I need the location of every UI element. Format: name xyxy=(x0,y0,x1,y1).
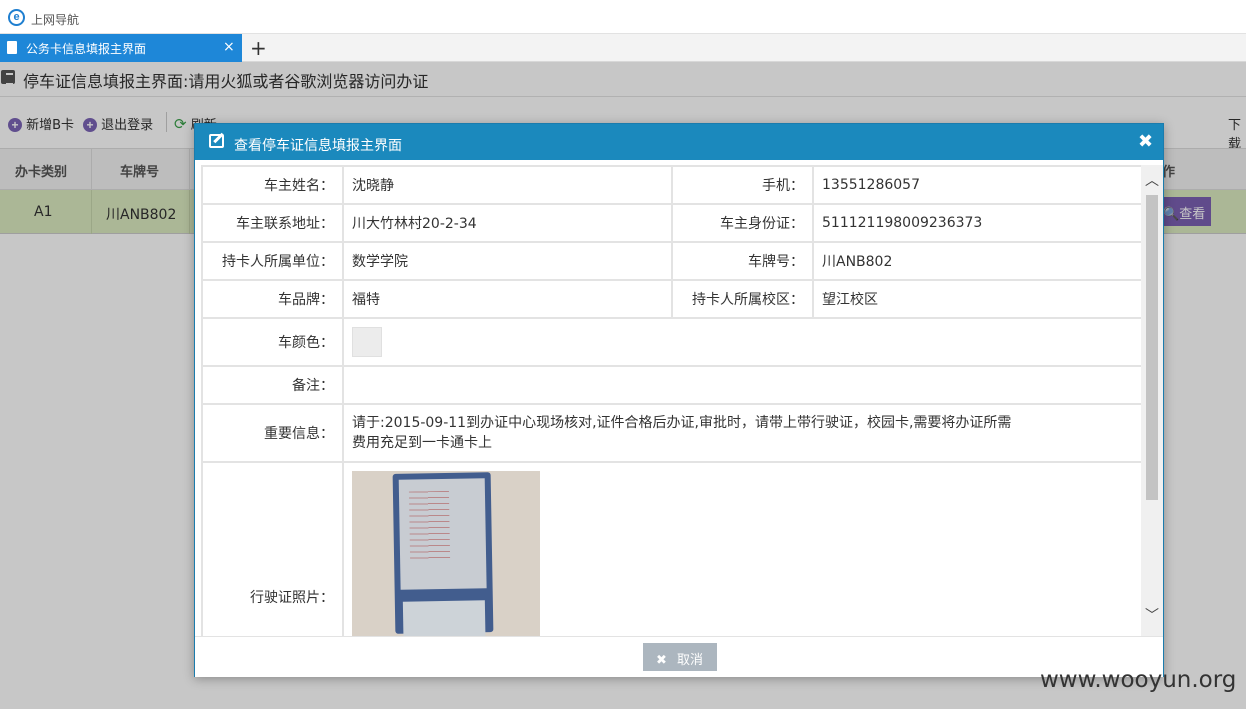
campus-label: 持卡人所属校区： xyxy=(671,279,814,319)
browser-logo-icon[interactable]: e xyxy=(8,9,25,26)
chevron-down-icon[interactable]: ﹀ xyxy=(1145,605,1159,625)
license-photo-cell xyxy=(342,461,1141,636)
license-card-lower-page xyxy=(402,600,486,636)
info-row: 车品牌： 福特 持卡人所属校区： 望江校区 xyxy=(201,279,1141,319)
document-icon xyxy=(7,41,17,54)
id-label: 车主身份证： xyxy=(671,203,814,243)
dialog-title: 查看停车证信息填报主界面 xyxy=(234,138,402,154)
license-card-image xyxy=(392,472,494,636)
info-row: 备注： xyxy=(201,365,1141,405)
dialog-close-icon[interactable]: ✖ xyxy=(1138,131,1153,152)
nav-link[interactable]: 上网导航 xyxy=(31,11,79,28)
tab-close-icon[interactable]: × xyxy=(223,39,235,55)
dialog-scrollbar[interactable]: ︿ ﹀ xyxy=(1141,165,1163,636)
brand-label: 车品牌： xyxy=(201,279,344,319)
unit-label: 持卡人所属单位： xyxy=(201,241,344,281)
close-icon: ✖ xyxy=(656,653,667,668)
info-row: 行驶证照片： xyxy=(201,461,1141,636)
color-value-cell xyxy=(342,317,1141,367)
license-photo-label: 行驶证照片： xyxy=(201,461,344,636)
important-line-1: 请于:2015-09-11到办证中心现场核对,证件合格后办证,审批时，请带上带行… xyxy=(352,415,1012,431)
plate-value: 川ANB802 xyxy=(812,241,1141,281)
edit-icon xyxy=(209,134,224,148)
address-value: 川大竹林村20-2-34 xyxy=(342,203,673,243)
color-swatch xyxy=(352,327,382,357)
new-tab-button[interactable]: + xyxy=(250,36,267,60)
cancel-button[interactable]: ✖ 取消 xyxy=(643,643,717,671)
dialog-header: 查看停车证信息填报主界面 ✖ xyxy=(195,124,1163,160)
phone-value: 13551286057 xyxy=(812,165,1141,205)
info-table: 车主姓名： 沈晓静 手机： 13551286057 车主联系地址： 川大竹林村2… xyxy=(201,165,1141,636)
license-card-text xyxy=(408,490,451,562)
info-row: 车主姓名： 沈晓静 手机： 13551286057 xyxy=(201,165,1141,205)
campus-value: 望江校区 xyxy=(812,279,1141,319)
info-row: 持卡人所属单位： 数学学院 车牌号： 川ANB802 xyxy=(201,241,1141,281)
color-label: 车颜色： xyxy=(201,317,344,367)
browser-tab-active[interactable]: 公务卡信息填报主界面 × xyxy=(0,34,242,62)
remark-value xyxy=(342,365,1141,405)
license-photo xyxy=(352,471,540,636)
dialog-footer: ✖ 取消 xyxy=(195,636,1163,677)
id-value: 511121198009236373 xyxy=(812,203,1141,243)
tab-strip: 公务卡信息填报主界面 × + xyxy=(0,34,1246,62)
remark-label: 备注： xyxy=(201,365,344,405)
plate-label: 车牌号： xyxy=(671,241,814,281)
phone-label: 手机： xyxy=(671,165,814,205)
important-line-2: 费用充足到一卡通卡上 xyxy=(352,435,492,451)
unit-value: 数学学院 xyxy=(342,241,673,281)
tab-title: 公务卡信息填报主界面 xyxy=(26,42,147,56)
brand-value: 福特 xyxy=(342,279,673,319)
watermark: www.wooyun.org xyxy=(1040,667,1237,693)
important-label: 重要信息： xyxy=(201,403,344,463)
scrollbar-thumb[interactable] xyxy=(1146,195,1158,500)
owner-name-label: 车主姓名： xyxy=(201,165,344,205)
important-value: 请于:2015-09-11到办证中心现场核对,证件合格后办证,审批时，请带上带行… xyxy=(342,403,1141,463)
license-card-page xyxy=(398,478,487,590)
owner-name-value: 沈晓静 xyxy=(342,165,673,205)
info-row: 车主联系地址： 川大竹林村20-2-34 车主身份证： 511121198009… xyxy=(201,203,1141,243)
browser-nav-bar: e 上网导航 xyxy=(0,0,1246,34)
dialog-body: 车主姓名： 沈晓静 手机： 13551286057 车主联系地址： 川大竹林村2… xyxy=(201,165,1141,636)
info-row: 车颜色： xyxy=(201,317,1141,367)
cancel-label: 取消 xyxy=(677,653,704,668)
view-dialog: 查看停车证信息填报主界面 ✖ 车主姓名： 沈晓静 手机： 13551286057… xyxy=(194,123,1164,677)
info-row: 重要信息： 请于:2015-09-11到办证中心现场核对,证件合格后办证,审批时… xyxy=(201,403,1141,463)
chevron-up-icon[interactable]: ︿ xyxy=(1145,170,1159,190)
address-label: 车主联系地址： xyxy=(201,203,344,243)
